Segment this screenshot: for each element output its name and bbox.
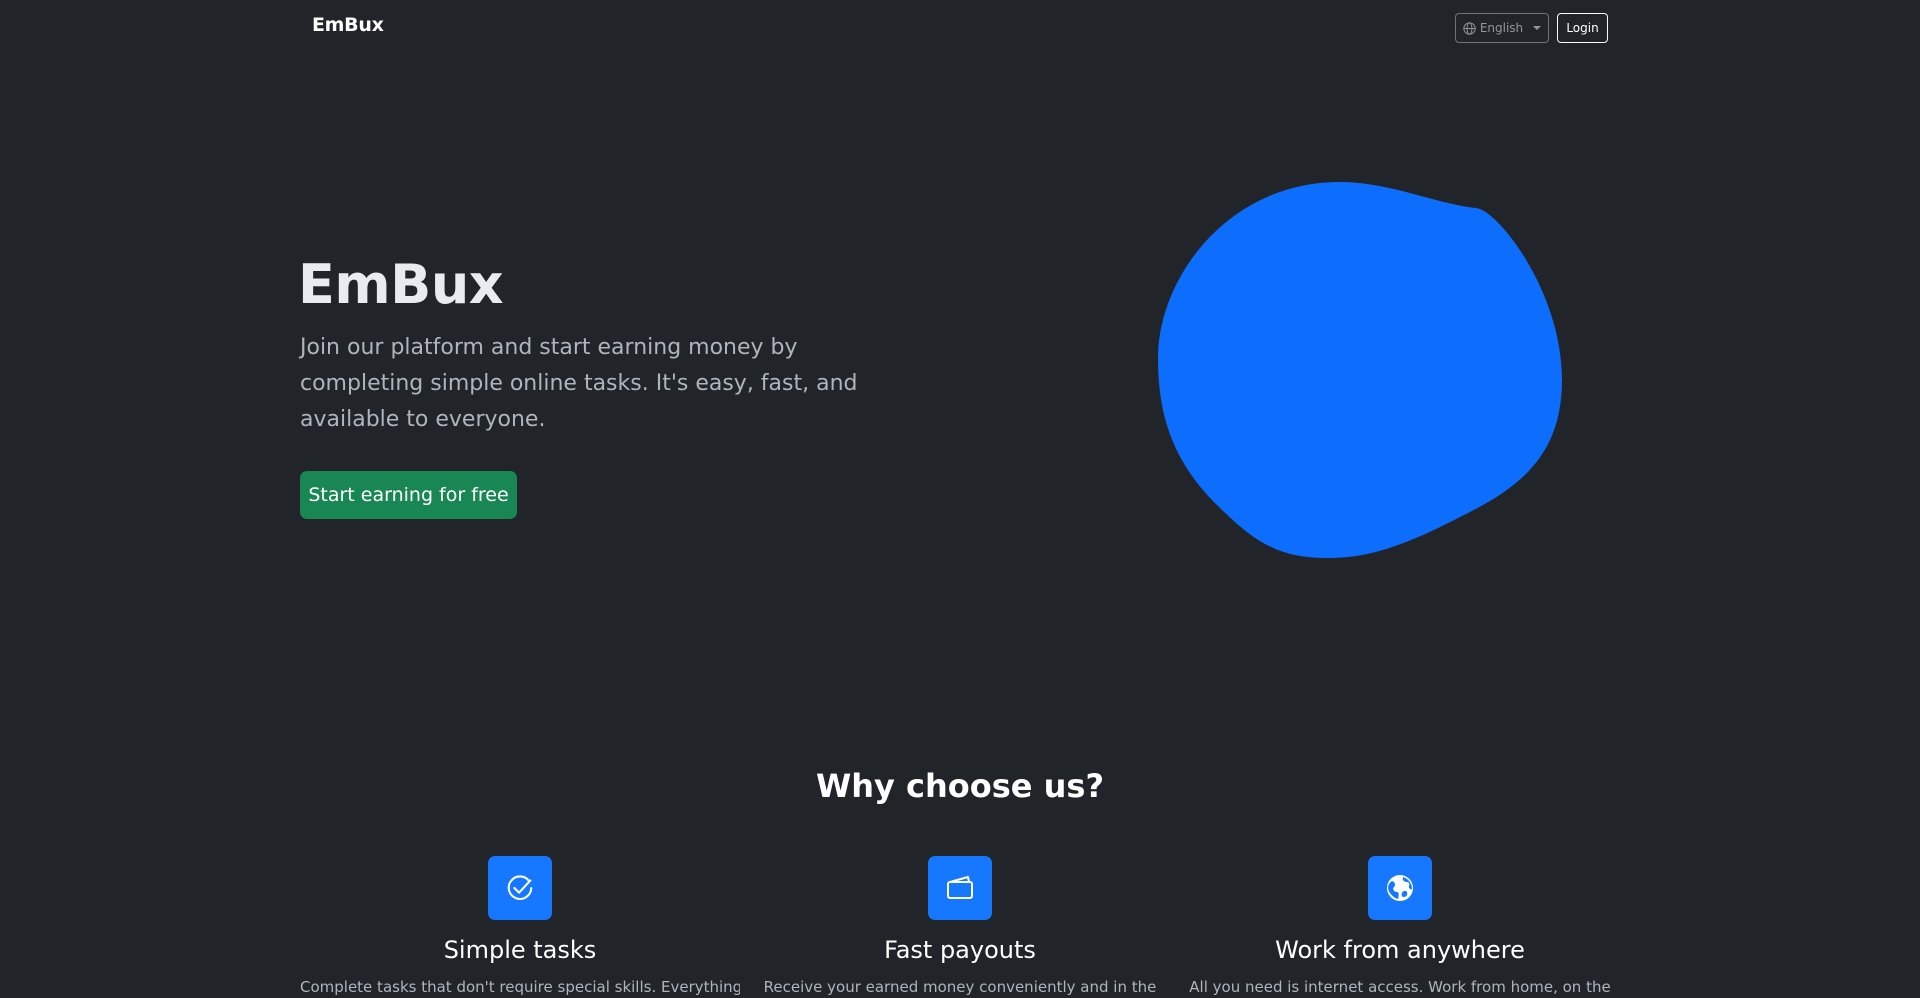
feature-work-anywhere: Work from anywhere All you need is inter…	[1180, 856, 1620, 998]
chevron-down-icon	[1533, 26, 1542, 30]
feature-simple-tasks: Simple tasks Complete tasks that don't r…	[300, 856, 740, 998]
feature-title: Simple tasks	[443, 936, 597, 964]
navbar: EmBux English Login	[0, 0, 1920, 54]
feature-text: Receive your earned money conveniently a…	[763, 978, 1157, 996]
hero-title: EmBux	[298, 253, 504, 316]
features-title: Why choose us?	[815, 767, 1105, 805]
feature-icon-box	[928, 856, 992, 920]
feature-title: Work from anywhere	[1275, 936, 1525, 964]
feature-text: Complete tasks that don't require specia…	[300, 978, 740, 996]
login-button[interactable]: Login	[1557, 13, 1608, 43]
feature-icon-box	[488, 856, 552, 920]
globe-icon	[1463, 21, 1476, 35]
start-earning-button[interactable]: Start earning for free	[300, 471, 517, 519]
feature-icon-box	[1368, 856, 1432, 920]
brand-link[interactable]: EmBux	[312, 14, 384, 36]
hero-description: Join our platform and start earning mone…	[300, 335, 858, 432]
language-label: English	[1479, 21, 1524, 35]
feature-title: Fast payouts	[884, 936, 1036, 964]
language-dropdown[interactable]: English	[1455, 13, 1549, 43]
globe-icon	[1387, 875, 1413, 901]
feature-fast-payouts: Fast payouts Receive your earned money c…	[740, 856, 1180, 998]
hero-blob-illustration	[1158, 182, 1562, 558]
wallet-icon	[947, 876, 973, 899]
feature-text: All you need is internet access. Work fr…	[1189, 978, 1611, 996]
check-circle-icon	[507, 875, 533, 900]
